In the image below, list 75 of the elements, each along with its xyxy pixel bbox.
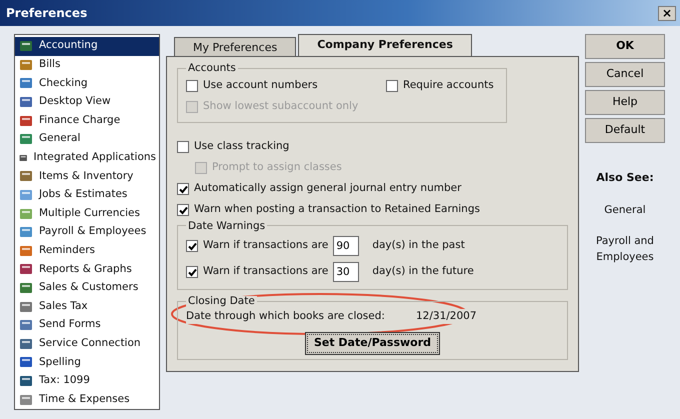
square-icon [19, 206, 33, 221]
square-icon [19, 169, 33, 184]
checkbox[interactable] [186, 266, 198, 278]
option-label: Warn if transactions are [203, 238, 328, 254]
checkbox[interactable] [177, 141, 189, 153]
square-icon [19, 281, 33, 296]
option-label: day(s) in the future [372, 264, 474, 280]
option-label: Require accounts [403, 78, 494, 94]
also-see-link[interactable]: General [604, 202, 646, 218]
set-date-password-button[interactable]: Set Date/Password [304, 332, 440, 355]
window-title: Preferences [6, 5, 88, 22]
square-icon [19, 95, 33, 110]
sidebar-item[interactable]: Payroll & Employees [15, 222, 159, 242]
sidebar-item[interactable]: Items & Inventory [15, 167, 159, 186]
sidebar-item[interactable]: Jobs & Estimates [15, 186, 159, 204]
square-icon [19, 76, 33, 90]
square-icon [19, 374, 33, 388]
sidebar-item[interactable]: Integrated Applications [15, 148, 159, 168]
sidebar-item[interactable]: Sales Tax [15, 297, 159, 316]
checkbox[interactable] [177, 204, 189, 216]
group-title: Closing Date [186, 296, 257, 306]
tab[interactable]: Company Preferences [298, 34, 472, 56]
also-see-link[interactable]: Payroll and Employees [585, 234, 665, 266]
dialog-button[interactable]: Cancel [585, 62, 665, 87]
sidebar-item[interactable]: Finance Charge [15, 111, 159, 130]
option-label: Use account numbers [203, 78, 318, 94]
option-label: Warn if transactions are [203, 264, 328, 280]
square-icon [19, 188, 33, 202]
checkbox[interactable] [186, 240, 198, 252]
option-label: day(s) in the past [372, 238, 465, 254]
checkbox[interactable] [177, 183, 189, 195]
square-icon [19, 300, 33, 314]
square-icon [19, 336, 33, 351]
checkbox[interactable] [186, 80, 198, 92]
group-title: Accounts [187, 63, 237, 74]
sidebar-item[interactable]: General [15, 130, 159, 149]
square-icon [19, 355, 33, 370]
square-icon [19, 262, 33, 276]
option-label: Automatically assign general journal entry number [194, 181, 462, 196]
closing-date-value: 12/31/2007 [416, 308, 477, 324]
sidebar-item[interactable]: Send Forms [15, 316, 159, 334]
sidebar-item[interactable]: Multiple Currencies [15, 204, 159, 223]
option-label: Warn when posting a transaction to Retained Earnings [194, 202, 480, 218]
dialog-button[interactable]: OK [585, 34, 665, 59]
also-see-heading: Also See: [596, 170, 654, 186]
sidebar-item[interactable]: Time & Expenses [15, 390, 159, 409]
sidebar-item[interactable]: Accounting [15, 37, 159, 56]
close-button[interactable]: × [658, 6, 676, 20]
sidebar-item[interactable]: Service Connection [15, 334, 159, 354]
dialog-button[interactable]: Default [585, 118, 665, 143]
number-field[interactable]: 30 [333, 262, 360, 282]
sidebar-item[interactable]: Desktop View [15, 92, 159, 112]
option-label: Show lowest subaccount only [203, 99, 358, 114]
sidebar-item[interactable]: Spelling [15, 353, 159, 372]
square-icon [19, 58, 33, 72]
square-icon [19, 114, 33, 128]
sidebar-item[interactable]: Checking [15, 74, 159, 93]
square-icon [19, 225, 33, 240]
sidebar-item[interactable]: Reminders [15, 242, 159, 260]
tab[interactable]: My Preferences [174, 37, 296, 56]
square-icon [19, 39, 33, 54]
group-title: Date Warnings [187, 220, 266, 231]
checkbox[interactable] [386, 80, 398, 92]
sidebar-item[interactable]: Reports & Graphs [15, 260, 159, 279]
option-label: Use class tracking [194, 139, 290, 154]
square-icon [19, 318, 33, 332]
dialog-button[interactable]: Help [585, 90, 665, 115]
square-icon [19, 244, 33, 258]
number-field[interactable]: 90 [333, 236, 360, 256]
sidebar-item[interactable]: Bills [15, 56, 159, 74]
sidebar-item[interactable]: Sales & Customers [15, 278, 159, 298]
square-icon [19, 392, 33, 407]
option-label: Prompt to assign classes [212, 160, 342, 176]
sidebar-item[interactable]: Tax: 1099 [15, 372, 159, 390]
square-icon [19, 132, 33, 146]
